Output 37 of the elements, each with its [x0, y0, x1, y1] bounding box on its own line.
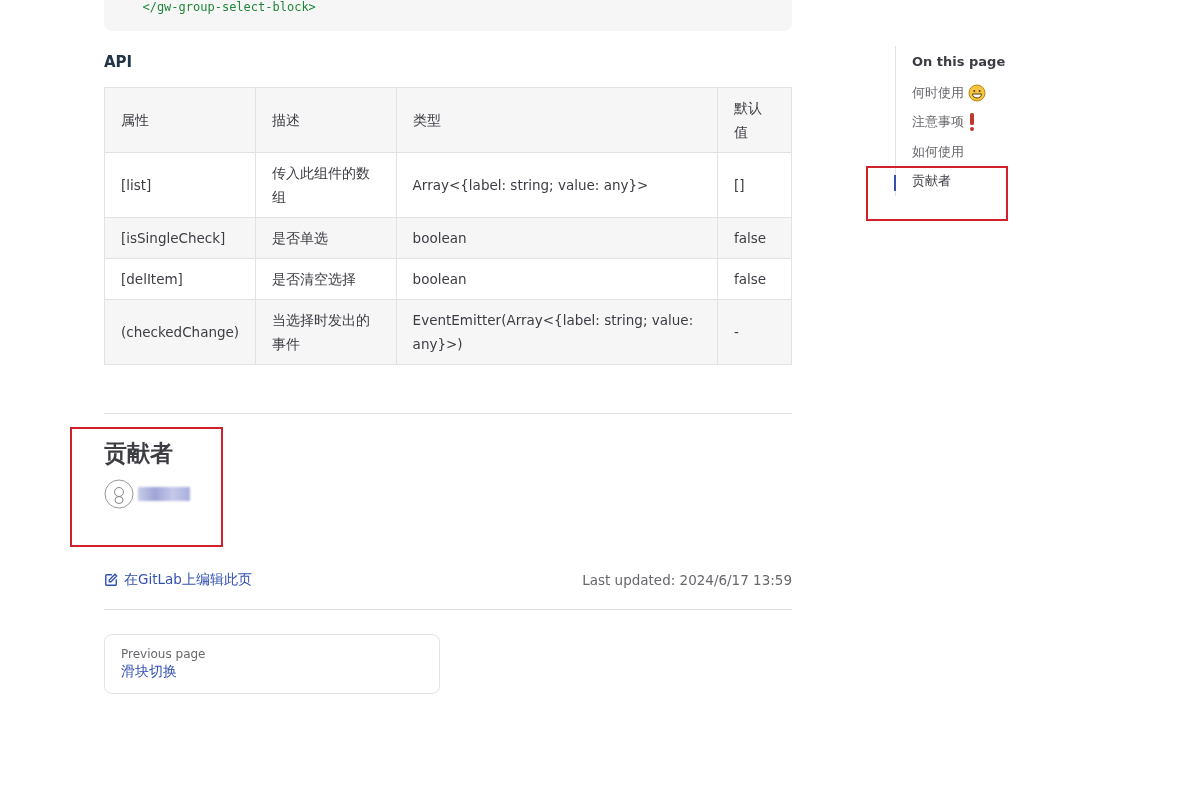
table-cell: [list]	[104, 152, 256, 218]
table-cell: 是否清空选择	[255, 258, 397, 300]
toc-item[interactable]: 如何使用	[912, 137, 1006, 167]
column-header: 默认值	[717, 87, 792, 153]
toc-item[interactable]: 贡献者	[912, 166, 1006, 196]
table-cell: []	[717, 152, 792, 218]
grinning-face-icon	[968, 83, 986, 102]
column-header: 类型	[396, 87, 718, 153]
section-heading: API	[104, 53, 134, 71]
table-cell: 当选择时发出的事件	[255, 299, 397, 365]
table-cell: Array<{label: string; value: any}>	[396, 152, 718, 218]
column-header: 属性	[104, 87, 256, 153]
table-cell: false	[717, 258, 792, 300]
table-cell: boolean	[396, 258, 718, 300]
code-block: </gw-group-select-block>	[104, 0, 792, 31]
table-cell: 传入此组件的数组	[255, 152, 397, 218]
table-cell: (checkedChange)	[104, 299, 256, 365]
active-indicator	[894, 174, 896, 191]
avatar-icon	[104, 479, 134, 509]
table-cell: [delItem]	[104, 258, 256, 300]
edit-link[interactable]: 在GitLab上编辑此页	[104, 571, 252, 589]
edit-icon	[104, 573, 118, 587]
toc-item[interactable]: 何时使用	[912, 78, 1006, 108]
table-cell: EventEmitter(Array<{label: string; value: any}>)	[396, 299, 718, 365]
last-updated-text: Last updated: 2024/6/17 13:59	[582, 572, 792, 588]
exclamation-icon	[968, 112, 976, 133]
toc-title: On this page	[912, 53, 1006, 71]
table-cell: false	[717, 217, 792, 259]
table-cell: -	[717, 299, 792, 365]
table-cell: [isSingleCheck]	[104, 217, 256, 259]
toc-item[interactable]: 注意事项	[912, 107, 1006, 137]
blurred-name	[138, 487, 190, 501]
table-cell: boolean	[396, 217, 718, 259]
table-cell: 是否单选	[255, 217, 397, 259]
section-heading: 贡献者	[104, 439, 174, 468]
previous-page-link[interactable]: Previous page 滑块切换	[104, 634, 440, 694]
column-header: 描述	[255, 87, 397, 153]
